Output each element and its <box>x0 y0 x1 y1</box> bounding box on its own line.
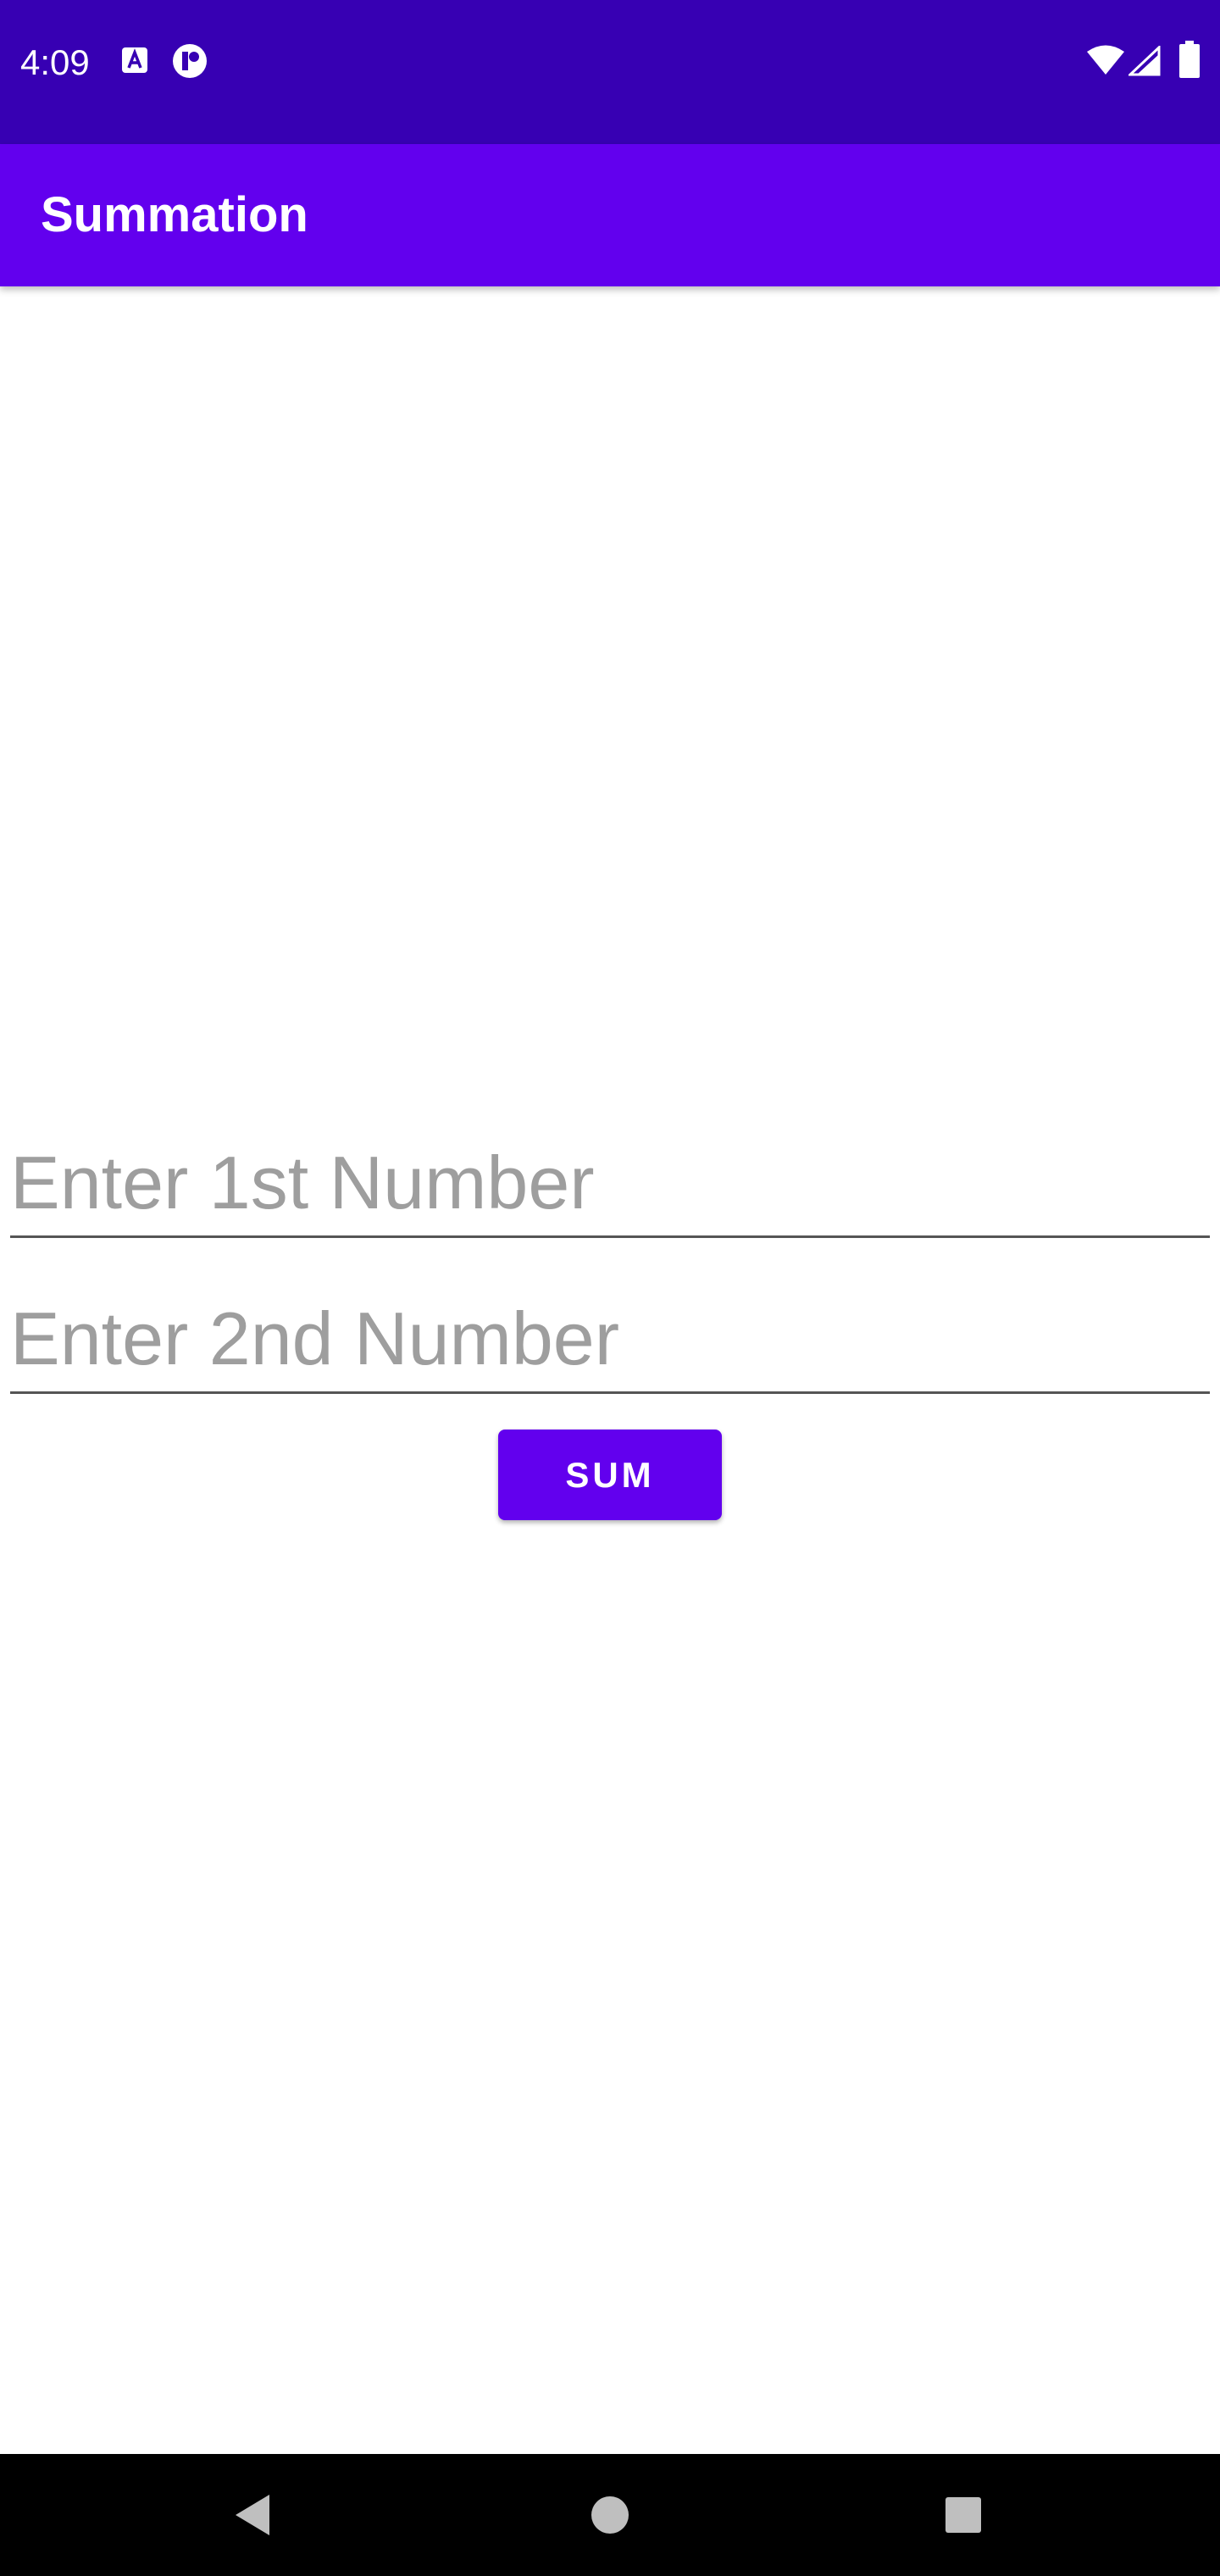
second-number-input[interactable] <box>10 1296 1210 1381</box>
cellular-signal-icon <box>1127 44 1161 80</box>
recents-icon[interactable] <box>929 2481 997 2549</box>
navigation-bar <box>0 2454 1220 2576</box>
sum-button[interactable]: SUM <box>498 1430 722 1520</box>
app-title: Summation <box>41 187 308 242</box>
back-icon[interactable] <box>220 2481 288 2549</box>
second-number-field[interactable] <box>10 1273 1210 1394</box>
wifi-icon <box>1086 44 1125 80</box>
home-icon[interactable] <box>576 2481 644 2549</box>
a-badge-icon <box>120 46 149 79</box>
app-bar: Summation <box>0 144 1220 286</box>
first-number-input[interactable] <box>10 1141 1210 1225</box>
app-notification-icon <box>171 42 208 84</box>
status-time: 4:09 <box>20 42 90 82</box>
status-bar: 4:09 <box>0 0 1220 144</box>
battery-icon <box>1179 41 1200 82</box>
first-number-field[interactable] <box>10 1117 1210 1238</box>
